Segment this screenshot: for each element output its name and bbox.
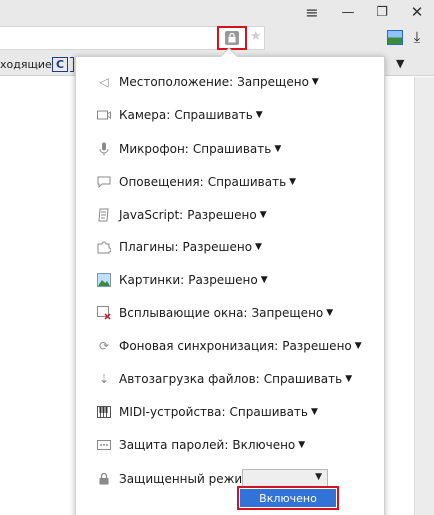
setting-value[interactable]: Включено [232, 438, 295, 452]
setting-row-popups[interactable]: Всплывающие окна: Запрещено ▼ [97, 303, 333, 323]
setting-value[interactable]: Спрашивать [208, 175, 286, 189]
setting-value[interactable]: Разрешено [282, 339, 352, 353]
setting-label: Всплывающие окна: [119, 306, 248, 320]
setting-row-auto-download[interactable]: ⇣ Автозагрузка файлов: Спрашивать ▼ [97, 369, 352, 389]
bookmark-item[interactable]: ходящие [0, 58, 52, 71]
chevron-down-icon[interactable]: ▼ [256, 110, 263, 120]
chevron-down-icon[interactable]: ▼ [326, 308, 333, 318]
download-icon[interactable]: ⤓ [406, 28, 428, 48]
javascript-icon [97, 208, 111, 222]
protected-mode-option-enabled[interactable]: Включено [240, 489, 336, 507]
setting-row-notifications[interactable]: Оповещения: Спрашивать ▼ [97, 172, 296, 192]
chevron-down-icon[interactable]: ▼ [315, 472, 322, 482]
chevron-down-icon[interactable]: ▼ [260, 210, 267, 220]
microphone-icon [97, 142, 111, 156]
chevron-down-icon[interactable]: ▼ [289, 177, 296, 187]
minimize-button[interactable]: — [331, 0, 365, 24]
popups-icon [97, 306, 111, 320]
address-bar: ★ [0, 25, 434, 52]
setting-label: Микрофон: [119, 142, 189, 156]
setting-label: Автозагрузка файлов: [119, 372, 260, 386]
setting-label: Фоновая синхронизация: [119, 339, 279, 353]
setting-label: Оповещения: [119, 175, 204, 189]
bookmark-c-icon[interactable]: C [52, 57, 68, 72]
setting-value[interactable]: Разрешено [187, 208, 257, 222]
chevron-down-icon[interactable]: ▼ [311, 407, 318, 417]
setting-row-camera[interactable]: Камера: Спрашивать ▼ [97, 105, 263, 125]
setting-row-javascript[interactable]: JavaScript: Разрешено ▼ [97, 205, 267, 225]
lock-icon [97, 472, 111, 486]
chevron-down-icon[interactable]: ▼ [255, 242, 262, 252]
setting-value[interactable]: Спрашивать [230, 405, 308, 419]
setting-value[interactable]: Разрешено [183, 240, 253, 254]
setting-label: Местоположение: [119, 75, 234, 89]
title-bar: ≡ — ❐ ✕ [0, 0, 434, 25]
setting-row-microphone[interactable]: Микрофон: Спрашивать ▼ [97, 139, 281, 159]
password-icon [97, 438, 111, 452]
bookmark-separator: - [36, 58, 40, 71]
setting-row-midi[interactable]: MIDI-устройства: Спрашивать ▼ [97, 402, 318, 422]
chevron-down-icon[interactable]: ▼ [274, 144, 281, 154]
chevron-down-icon[interactable]: ▼ [345, 374, 352, 384]
setting-value[interactable]: Спрашивать [264, 372, 342, 386]
star-icon[interactable]: ★ [250, 29, 262, 44]
images-icon [97, 273, 111, 287]
setting-value[interactable]: Запрещено [237, 75, 309, 89]
auto-download-icon: ⇣ [98, 372, 110, 386]
plugins-icon [97, 240, 111, 254]
setting-value[interactable]: Спрашивать [174, 108, 252, 122]
page-edge [414, 77, 434, 515]
restore-button[interactable]: ❐ [365, 0, 399, 24]
setting-row-password-protection[interactable]: Защита паролей: Включено ▼ [97, 435, 305, 455]
setting-label: Защищенный режим: [119, 472, 256, 486]
location-icon: ◁ [99, 75, 109, 89]
setting-row-protected-mode: Защищенный режим: [97, 469, 255, 489]
lock-icon [225, 31, 239, 45]
setting-label: MIDI-устройства: [119, 405, 226, 419]
setting-value[interactable]: Спрашивать [193, 142, 271, 156]
hamburger-menu-button[interactable]: ≡ [295, 0, 329, 24]
setting-label: Картинки: [119, 273, 185, 287]
sync-icon: ⟳ [98, 339, 110, 353]
protected-mode-option-highlight: Включено [237, 486, 339, 510]
chevron-down-icon[interactable]: ▼ [298, 440, 305, 450]
chevron-down-icon[interactable]: ▼ [261, 275, 268, 285]
setting-value[interactable]: Разрешено [188, 273, 258, 287]
image-icon[interactable] [387, 30, 403, 45]
camera-icon [97, 108, 111, 122]
protected-mode-select[interactable]: ▼ [242, 469, 328, 487]
setting-label: Защита паролей: [119, 438, 229, 452]
notifications-icon [97, 175, 111, 189]
setting-label: Плагины: [119, 240, 179, 254]
setting-row-location[interactable]: ◁ Местоположение: Запрещено ▼ [97, 72, 319, 92]
setting-label: Камера: [119, 108, 171, 122]
chevron-down-icon[interactable]: ▼ [355, 341, 362, 351]
setting-value[interactable]: Запрещено [251, 306, 323, 320]
close-button[interactable]: ✕ [400, 0, 434, 24]
setting-row-plugins[interactable]: Плагины: Разрешено ▼ [97, 237, 262, 257]
setting-row-background-sync[interactable]: ⟳ Фоновая синхронизация: Разрешено ▼ [97, 336, 362, 356]
setting-label: JavaScript: [119, 208, 184, 222]
setting-row-images[interactable]: Картинки: Разрешено ▼ [97, 270, 268, 290]
site-security-button[interactable] [217, 26, 247, 50]
midi-icon [97, 405, 111, 419]
bookmarks-more-icon[interactable]: ▼ [396, 57, 404, 70]
bookmark-icon[interactable] [70, 57, 74, 72]
chevron-down-icon[interactable]: ▼ [312, 77, 319, 87]
